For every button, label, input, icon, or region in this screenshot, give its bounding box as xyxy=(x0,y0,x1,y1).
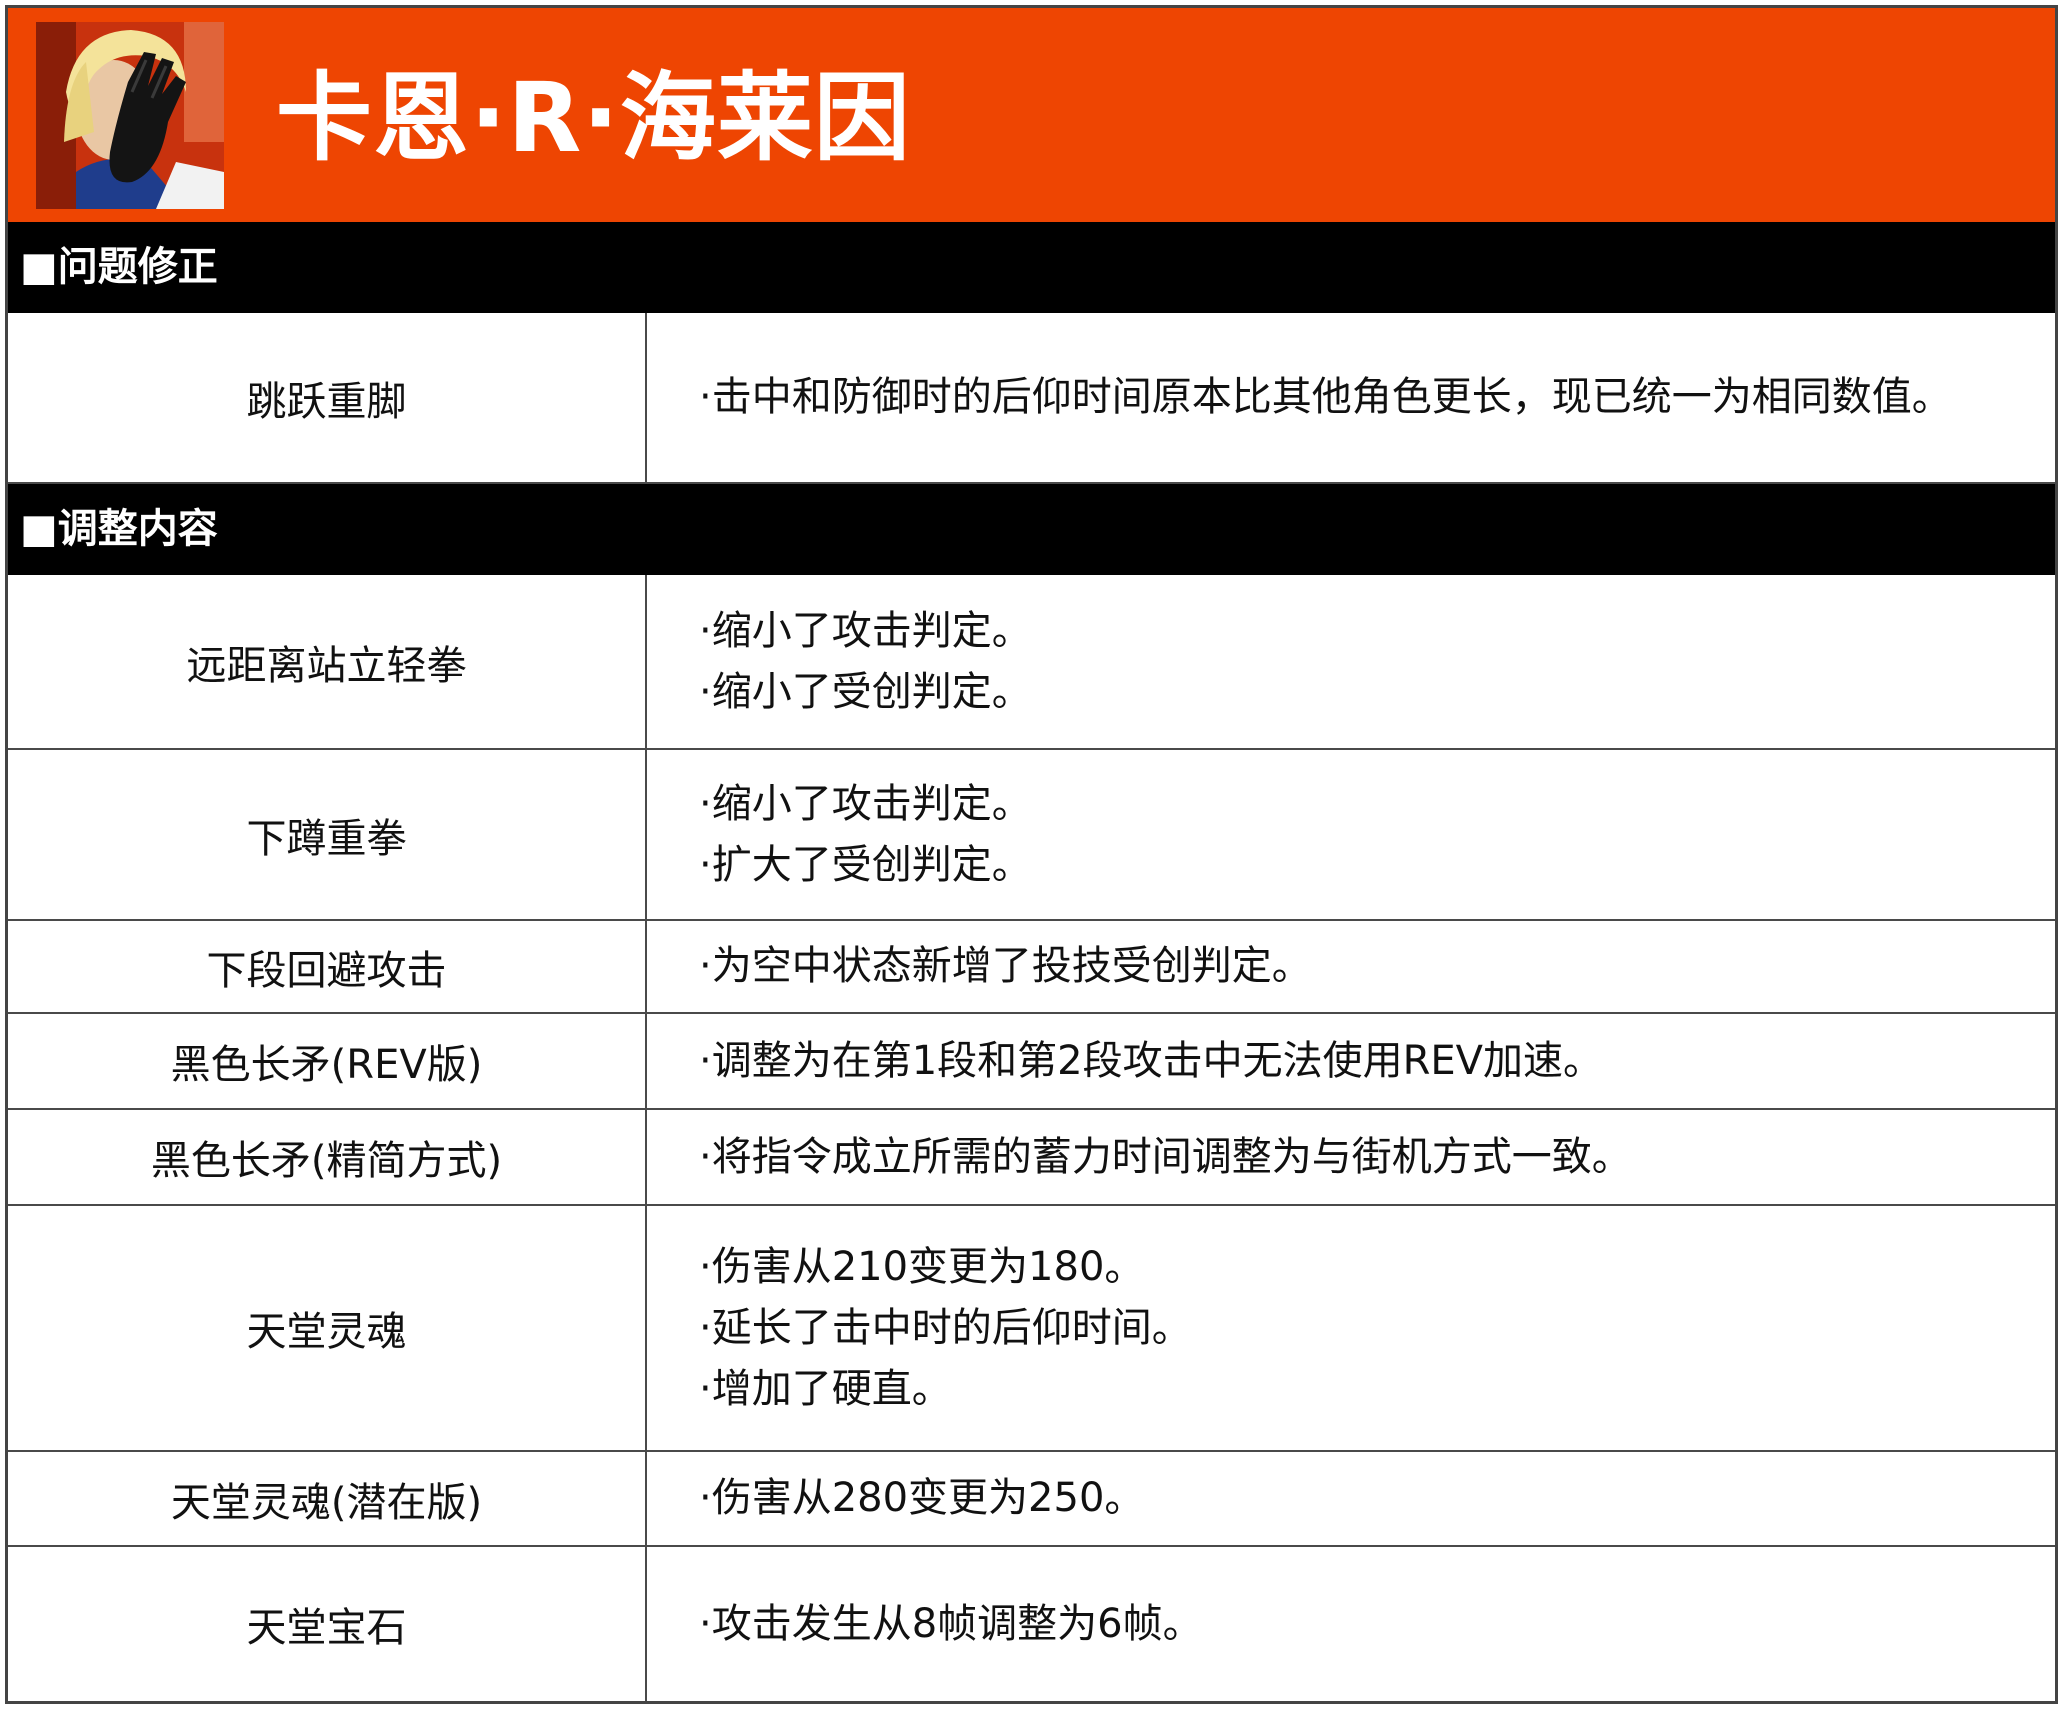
section-header-fixes: ■问题修正 xyxy=(8,222,2055,313)
change-line: ·增加了硬直。 xyxy=(699,1365,952,1412)
change-line: ·延长了击中时的后仰时间。 xyxy=(699,1304,1192,1351)
move-name-cell: 下段回避攻击 xyxy=(206,947,447,994)
move-name-cell: 跳跃重脚 xyxy=(246,378,407,425)
change-description-cell: ·击中和防御时的后仰时间原本比其他角色更长，现已统一为相同数值。 xyxy=(645,313,2055,482)
change-description-cell: ·缩小了攻击判定。 ·扩大了受创判定。 xyxy=(645,750,2055,919)
change-line: ·为空中状态新增了投技受创判定。 xyxy=(699,943,1312,989)
change-line: ·缩小了受创判定。 xyxy=(699,668,1032,715)
patch-notes-sheet: 卡恩·R·海莱因 ■问题修正 跳跃重脚 ·击中和防御时的后仰时间原本比其他角色更… xyxy=(5,5,2058,1704)
change-line: ·调整为在第1段和第2段攻击中无法使用REV加速。 xyxy=(699,1037,1604,1084)
move-name-cell: 天堂宝石 xyxy=(246,1605,407,1651)
table-row: 远距离站立轻拳 ·缩小了攻击判定。 ·缩小了受创判定。 xyxy=(8,575,2055,750)
table-row: 天堂宝石 ·攻击发生从8帧调整为6帧。 xyxy=(8,1547,2055,1701)
table-row: 黑色长矛(精简方式) ·将指令成立所需的蓄力时间调整为与街机方式一致。 xyxy=(8,1110,2055,1206)
change-description-cell: ·伤害从280变更为250。 xyxy=(645,1452,2055,1545)
change-line: ·攻击发生从8帧调整为6帧。 xyxy=(699,1600,1203,1647)
table-row: 天堂灵魂 ·伤害从210变更为180。 ·延长了击中时的后仰时间。 ·增加了硬直… xyxy=(8,1206,2055,1452)
change-line: ·扩大了受创判定。 xyxy=(699,841,1032,888)
character-name: 卡恩·R·海莱因 xyxy=(276,62,911,174)
character-banner: 卡恩·R·海莱因 xyxy=(8,8,2055,222)
change-line: ·击中和防御时的后仰时间原本比其他角色更长，现已统一为相同数值。 xyxy=(699,374,1952,420)
change-description-cell: ·攻击发生从8帧调整为6帧。 xyxy=(645,1547,2055,1701)
move-name-cell: 黑色长矛(REV版) xyxy=(170,1042,483,1088)
table-row: 下段回避攻击 ·为空中状态新增了投技受创判定。 xyxy=(8,921,2055,1014)
change-description-cell: ·缩小了攻击判定。 ·缩小了受创判定。 xyxy=(645,575,2055,748)
move-name-cell: 天堂灵魂 xyxy=(246,1309,407,1355)
change-description-cell: ·将指令成立所需的蓄力时间调整为与街机方式一致。 xyxy=(645,1110,2055,1204)
move-name-cell: 下蹲重拳 xyxy=(246,815,407,862)
character-portrait-icon xyxy=(36,22,224,209)
change-line: ·缩小了攻击判定。 xyxy=(699,780,1032,827)
move-name-cell: 远距离站立轻拳 xyxy=(186,642,467,689)
change-description-cell: ·伤害从210变更为180。 ·延长了击中时的后仰时间。 ·增加了硬直。 xyxy=(645,1206,2055,1450)
table-row: 黑色长矛(REV版) ·调整为在第1段和第2段攻击中无法使用REV加速。 xyxy=(8,1014,2055,1110)
change-description-cell: ·调整为在第1段和第2段攻击中无法使用REV加速。 xyxy=(645,1014,2055,1108)
move-name-cell: 黑色长矛(精简方式) xyxy=(150,1138,503,1184)
section-header-adjustments: ■调整内容 xyxy=(8,484,2055,575)
change-line: ·伤害从280变更为250。 xyxy=(699,1475,1145,1521)
table-row: 下蹲重拳 ·缩小了攻击判定。 ·扩大了受创判定。 xyxy=(8,750,2055,921)
change-line: ·将指令成立所需的蓄力时间调整为与街机方式一致。 xyxy=(699,1133,1632,1180)
change-line: ·伤害从210变更为180。 xyxy=(699,1243,1145,1290)
change-description-cell: ·为空中状态新增了投技受创判定。 xyxy=(645,921,2055,1012)
move-name-cell: 天堂灵魂(潜在版) xyxy=(170,1479,483,1526)
table-row: 天堂灵魂(潜在版) ·伤害从280变更为250。 xyxy=(8,1452,2055,1547)
change-line: ·缩小了攻击判定。 xyxy=(699,607,1032,654)
table-row: 跳跃重脚 ·击中和防御时的后仰时间原本比其他角色更长，现已统一为相同数值。 xyxy=(8,313,2055,484)
